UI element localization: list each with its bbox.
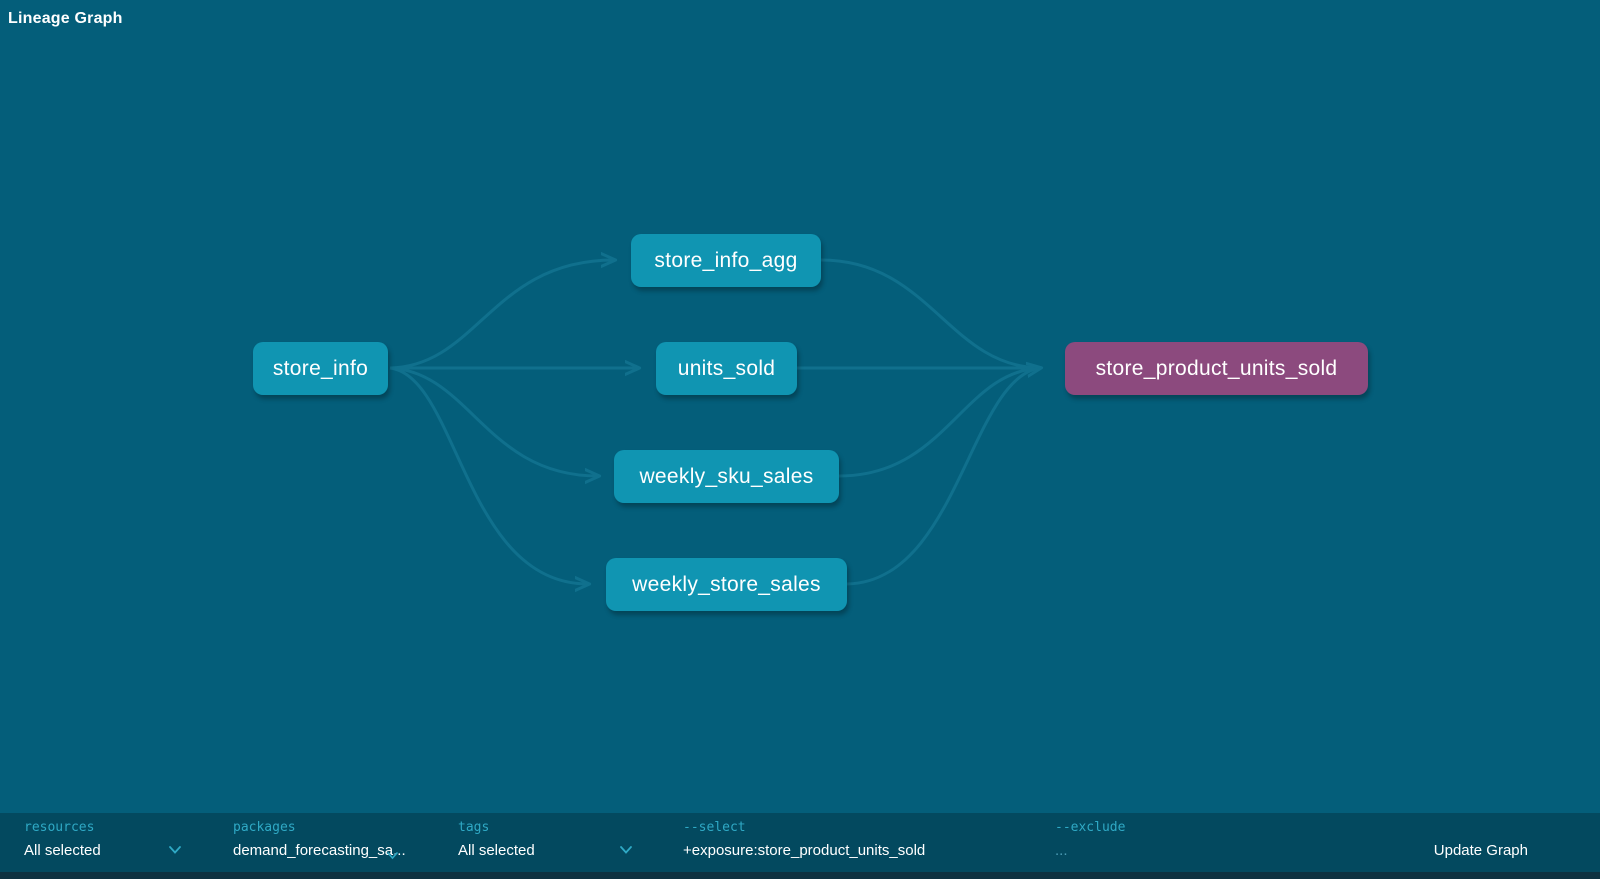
graph-node-store_product_units_sold[interactable]: store_product_units_sold	[1065, 342, 1368, 395]
lineage-edges	[0, 0, 1600, 813]
graph-node-weekly_sku_sales[interactable]: weekly_sku_sales	[614, 450, 839, 503]
update-graph-button[interactable]: Update Graph	[1434, 842, 1528, 859]
edge-store_info-weekly_store_sales	[390, 368, 588, 584]
packages-label: packages	[233, 820, 296, 835]
filter-exclude: --exclude ...	[1055, 813, 1255, 872]
edge-store_info-store_info_agg	[390, 260, 614, 368]
graph-node-store_info_agg[interactable]: store_info_agg	[631, 234, 821, 287]
edge-weekly_store_sales-store_product_units_sold	[847, 368, 1040, 584]
packages-dropdown[interactable]: demand_forecasting_sa...	[233, 842, 406, 859]
graph-filter-toolbar: resources All selected packages demand_f…	[0, 813, 1600, 872]
tags-dropdown[interactable]: All selected	[458, 842, 535, 859]
edge-store_info-weekly_sku_sales	[390, 368, 598, 476]
filter-resources: resources All selected	[24, 813, 224, 872]
graph-node-weekly_store_sales[interactable]: weekly_store_sales	[606, 558, 847, 611]
exclude-input[interactable]: ...	[1055, 842, 1068, 859]
exclude-label: --exclude	[1055, 820, 1125, 835]
resources-label: resources	[24, 820, 94, 835]
select-input[interactable]: +exposure:store_product_units_sold	[683, 842, 925, 859]
edge-weekly_sku_sales-store_product_units_sold	[839, 368, 1040, 476]
edge-store_info_agg-store_product_units_sold	[821, 260, 1040, 368]
lineage-canvas[interactable]: Lineage Graph store_info store_info_agg …	[0, 0, 1600, 813]
select-label: --select	[683, 820, 746, 835]
tags-label: tags	[458, 820, 489, 835]
chevron-down-icon[interactable]	[169, 846, 181, 854]
resources-dropdown[interactable]: All selected	[24, 842, 101, 859]
chevron-down-icon[interactable]	[387, 847, 398, 855]
graph-node-store_info[interactable]: store_info	[253, 342, 388, 395]
graph-node-units_sold[interactable]: units_sold	[656, 342, 797, 395]
bottom-strip	[0, 872, 1600, 879]
filter-tags: tags All selected	[458, 813, 658, 872]
filter-packages: packages demand_forecasting_sa...	[233, 813, 443, 872]
chevron-down-icon[interactable]	[620, 846, 632, 854]
filter-select: --select +exposure:store_product_units_s…	[683, 813, 1023, 872]
